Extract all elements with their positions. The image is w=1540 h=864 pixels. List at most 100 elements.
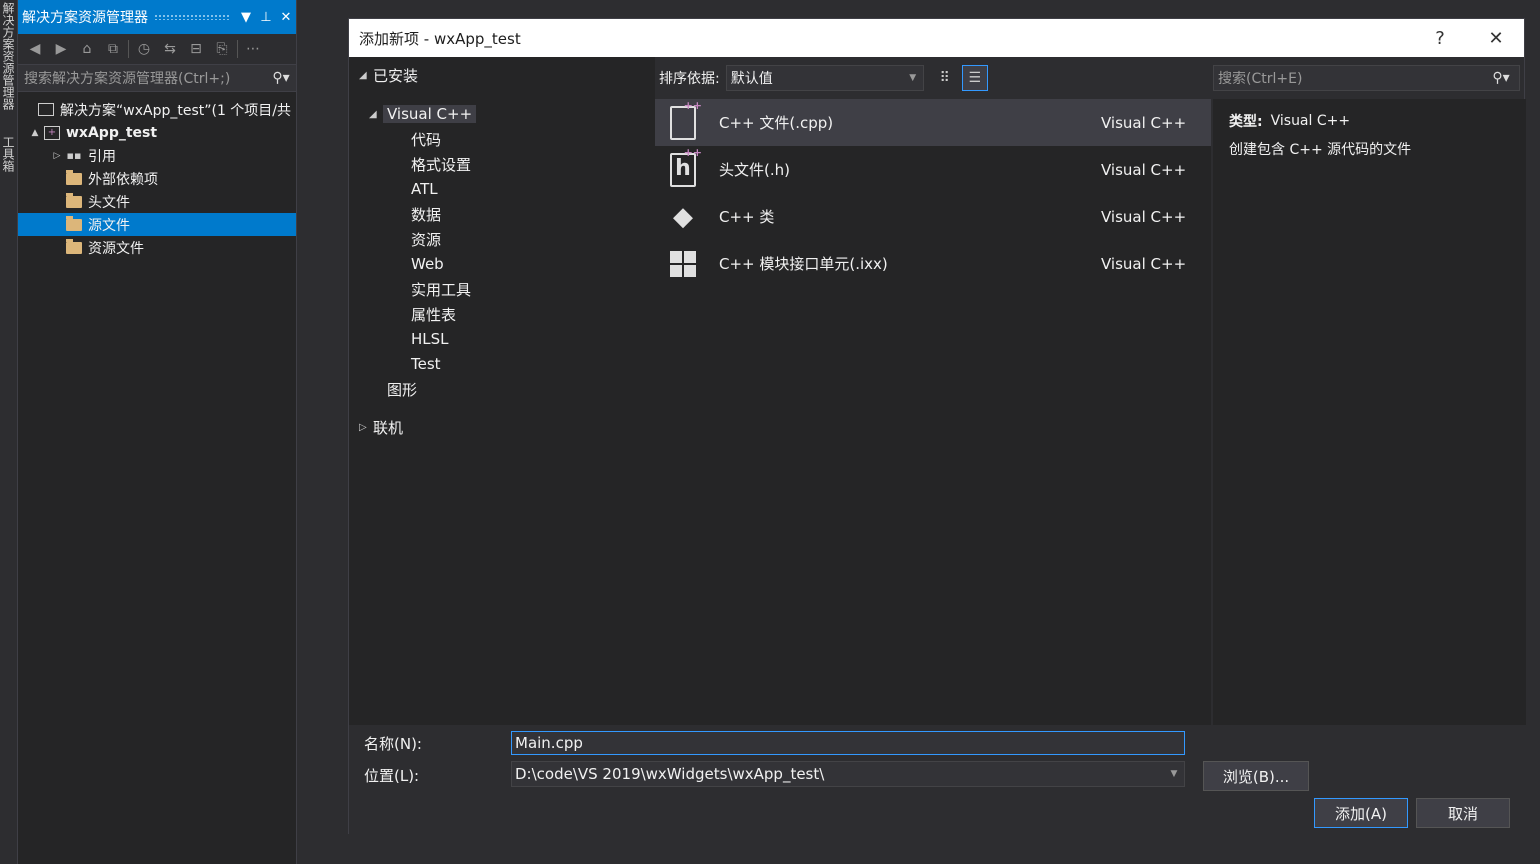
sync-icon[interactable]: ⇆ (159, 41, 181, 57)
category-graphics[interactable]: 图形 (387, 377, 417, 401)
category-utility[interactable]: 实用工具 (411, 277, 471, 301)
category-data[interactable]: 数据 (411, 202, 441, 226)
tree-item-project[interactable]: ▲ + wxApp_test (18, 121, 296, 144)
collapse-all-icon[interactable]: ⊟ (185, 41, 207, 57)
toolbar-separator (128, 40, 129, 58)
close-icon[interactable]: ✕ (276, 10, 296, 25)
back-icon[interactable]: ◀ (24, 41, 46, 57)
expanded-arrow-icon[interactable]: ◢ (359, 70, 373, 81)
cpp-class-icon: ◆ (673, 201, 693, 232)
search-icon[interactable]: ⚲▾ (266, 70, 296, 86)
grid-view-icon[interactable]: ⠿ (932, 65, 958, 91)
details-type-row: 类型: Visual C++ (1229, 107, 1510, 135)
cancel-button[interactable]: 取消 (1416, 798, 1510, 828)
solution-explorer-search-input[interactable]: 搜索解决方案资源管理器(Ctrl+;) (24, 68, 266, 88)
dropdown-icon[interactable]: ▼ (236, 10, 256, 25)
tree-item-references[interactable]: ▷ ▪▪ 引用 (18, 144, 296, 167)
switch-views-icon[interactable]: ⧉ (102, 41, 124, 57)
expanded-arrow-icon[interactable]: ▲ (28, 128, 42, 138)
more-icon[interactable]: ⋯ (242, 41, 264, 57)
category-code[interactable]: 代码 (411, 127, 441, 151)
template-name: 头文件(.h) (719, 161, 790, 179)
sort-dropdown[interactable]: 默认值 ▼ (725, 65, 924, 91)
template-list: ++ C++ 文件(.cpp) Visual C++ h ++ 头文件(.h) V… (655, 99, 1211, 725)
sort-label: 排序依据: (659, 71, 720, 87)
desktop: 解决方案资源管理器 工具箱 解决方案资源管理器 ▼ ⊥ ✕ ◀ ▶ ⌂ ⧉ ◷ … (0, 0, 1540, 864)
side-tab-strip: 解决方案资源管理器 工具箱 (0, 0, 18, 864)
dialog-footer: 名称(N): Main.cpp 位置(L): D:\code\VS 2019\w… (349, 725, 1526, 835)
template-item-module[interactable]: C++ 模块接口单元(.ixx) Visual C++ (655, 240, 1211, 287)
dialog-title: 添加新项 - wxApp_test (359, 29, 521, 48)
pending-changes-icon[interactable]: ◷ (133, 41, 155, 57)
side-tab-toolbox[interactable]: 工具箱 (1, 136, 17, 186)
template-item-cpp-file[interactable]: ++ C++ 文件(.cpp) Visual C++ (655, 99, 1211, 146)
tree-item-source-files[interactable]: 源文件 (18, 213, 296, 236)
folder-icon (64, 215, 84, 233)
tree-item-resource-files[interactable]: 资源文件 (18, 236, 296, 259)
tree-item-label: wxApp_test (66, 124, 158, 141)
search-icon[interactable]: ⚲▾ (1483, 70, 1519, 86)
close-button[interactable]: ✕ (1468, 28, 1524, 49)
details-pane: 类型: Visual C++ 创建包含 C++ 源代码的文件 (1213, 99, 1526, 725)
solution-tree: 解决方案“wxApp_test”(1 个项目/共 ▲ + wxApp_test … (18, 92, 296, 259)
tree-item-header-files[interactable]: 头文件 (18, 190, 296, 213)
location-value: D:\code\VS 2019\wxWidgets\wxApp_test\ (515, 765, 825, 783)
sort-value: 默认值 (730, 71, 773, 87)
browse-button[interactable]: 浏览(B)... (1203, 761, 1309, 791)
template-language: Visual C++ (1101, 113, 1187, 132)
location-combobox[interactable]: D:\code\VS 2019\wxWidgets\wxApp_test\ ▼ (511, 761, 1185, 787)
category-online[interactable]: ▷ 联机 (359, 415, 403, 439)
help-button[interactable]: ? (1412, 28, 1468, 49)
category-property-sheets[interactable]: 属性表 (411, 302, 456, 326)
template-name: C++ 类 (719, 208, 775, 226)
pin-icon[interactable]: ⊥ (256, 10, 276, 25)
tree-item-label: 源文件 (88, 217, 130, 234)
category-formatting[interactable]: 格式设置 (411, 152, 471, 176)
location-label: 位置(L): (364, 767, 420, 785)
expanded-arrow-icon[interactable]: ◢ (369, 109, 383, 120)
solution-explorer-panel: 解决方案资源管理器 ▼ ⊥ ✕ ◀ ▶ ⌂ ⧉ ◷ ⇆ ⊟ ⎘ ⋯ 搜索解决方案… (18, 0, 297, 864)
show-all-files-icon[interactable]: ⎘ (211, 41, 233, 57)
header-file-icon: h ++ (655, 147, 711, 187)
chevron-down-icon[interactable]: ▼ (1164, 769, 1184, 779)
collapsed-arrow-icon[interactable]: ▷ (50, 151, 64, 161)
cpp-project-icon: + (42, 125, 62, 141)
references-icon: ▪▪ (66, 149, 82, 162)
home-icon[interactable]: ⌂ (76, 41, 98, 57)
forward-icon[interactable]: ▶ (50, 41, 72, 57)
solution-explorer-title-bar: 解决方案资源管理器 ▼ ⊥ ✕ (18, 0, 296, 34)
template-language: Visual C++ (1101, 160, 1187, 179)
template-item-cpp-class[interactable]: ◆ C++ 类 Visual C++ (655, 193, 1211, 240)
details-type-value: Visual C++ (1270, 113, 1351, 129)
category-hlsl[interactable]: HLSL (411, 327, 449, 351)
tree-item-label: 资源文件 (88, 240, 144, 257)
template-item-header-file[interactable]: h ++ 头文件(.h) Visual C++ (655, 146, 1211, 193)
solution-explorer-search[interactable]: 搜索解决方案资源管理器(Ctrl+;) ⚲▾ (18, 64, 296, 92)
template-search[interactable]: 搜索(Ctrl+E) ⚲▾ (1213, 65, 1520, 91)
category-resource[interactable]: 资源 (411, 227, 441, 251)
list-view-icon[interactable]: ☰ (961, 65, 988, 91)
category-atl[interactable]: ATL (411, 177, 438, 201)
tree-item-external-deps[interactable]: 外部依赖项 (18, 167, 296, 190)
template-name: C++ 模块接口单元(.ixx) (719, 255, 888, 273)
solution-explorer-title: 解决方案资源管理器 (22, 10, 148, 26)
folder-icon (64, 169, 84, 187)
category-visual-cpp[interactable]: ◢ Visual C++ (369, 102, 477, 126)
category-installed[interactable]: ◢ 已安装 (359, 63, 418, 87)
category-web[interactable]: Web (411, 252, 444, 276)
category-label: 已安装 (373, 66, 419, 85)
module-icon (655, 250, 711, 277)
collapsed-arrow-icon[interactable]: ▷ (359, 422, 373, 433)
tree-item-label: 引用 (88, 148, 116, 165)
template-search-input[interactable]: 搜索(Ctrl+E) (1218, 68, 1483, 88)
add-button[interactable]: 添加(A) (1314, 798, 1408, 828)
tree-item-label: 解决方案“wxApp_test”(1 个项目/共 (60, 102, 292, 119)
template-language: Visual C++ (1101, 254, 1187, 273)
side-tab-solution-explorer[interactable]: 解决方案资源管理器 (1, 2, 17, 122)
tree-item-label: 头文件 (88, 194, 130, 211)
tree-item-solution[interactable]: 解决方案“wxApp_test”(1 个项目/共 (18, 98, 296, 121)
name-input[interactable]: Main.cpp (511, 731, 1185, 755)
name-label: 名称(N): (364, 735, 422, 753)
folder-icon (64, 192, 84, 210)
category-test[interactable]: Test (411, 352, 441, 376)
